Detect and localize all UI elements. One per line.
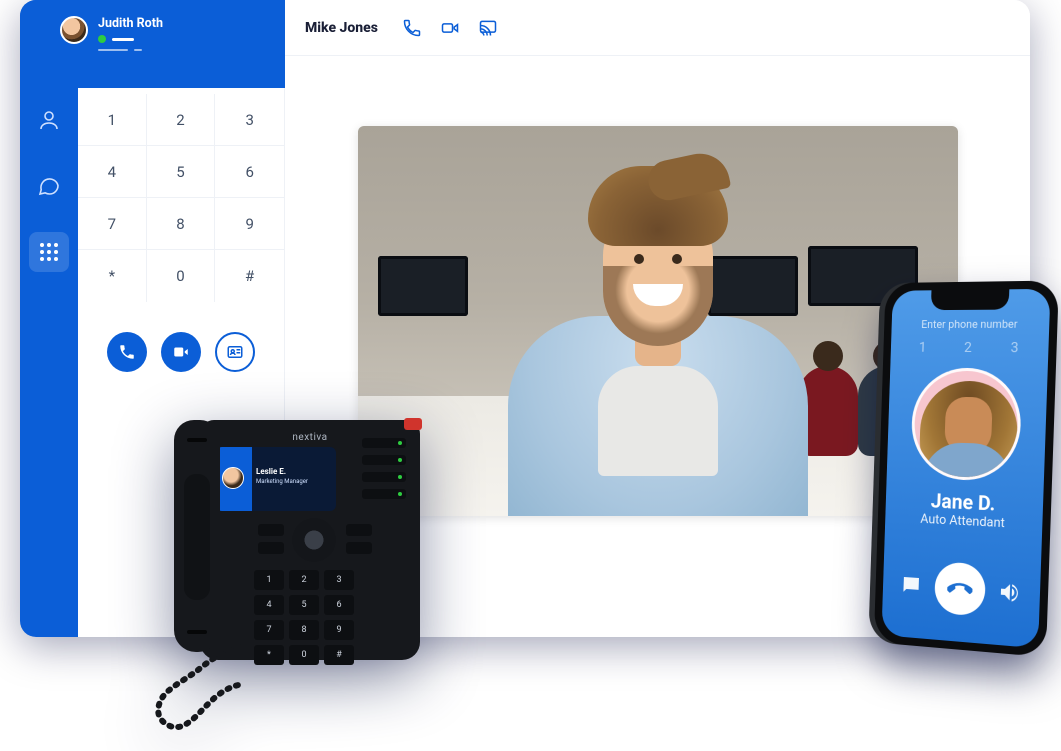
desk-phone-caller-role: Marketing Manager [256,478,308,485]
message-icon[interactable] [900,573,923,598]
call-icon[interactable] [402,18,422,38]
desk-phone-screen: Leslie E. Marketing Manager [216,447,336,511]
pkey[interactable]: 9 [324,620,354,640]
caller-avatar [910,367,1023,482]
key-9[interactable]: 9 [215,198,284,250]
desk-phone-caller-name: Leslie E. [256,467,286,476]
phone-number-input[interactable]: Enter phone number [892,317,1050,331]
call-actions [882,557,1041,622]
pkey[interactable]: 8 [289,620,319,640]
status-indicator[interactable] [98,35,163,43]
pkey[interactable]: 2 [289,570,319,590]
fn-button[interactable] [346,542,372,554]
video-icon[interactable] [440,18,460,38]
desk-phone-avatar [222,467,244,489]
status-substatus [98,49,163,51]
status-line [112,38,134,41]
pkey[interactable]: 7 [254,620,284,640]
digit[interactable]: 1 [919,340,927,356]
avatar[interactable] [60,16,88,44]
notch [931,289,1010,310]
pkey[interactable]: 6 [324,595,354,615]
key-hash[interactable]: # [215,250,284,302]
fn-button[interactable] [346,524,372,536]
key-2[interactable]: 2 [147,94,216,146]
pkey[interactable]: 0 [289,645,319,665]
desk-phone-keypad: 1 2 3 4 5 6 7 8 9 * 0 # [254,570,354,665]
pkey[interactable]: # [324,645,354,665]
user-header: Judith Roth [20,0,285,88]
speaker-icon[interactable] [998,579,1023,605]
cast-icon[interactable] [478,18,498,38]
key-star[interactable]: * [78,250,147,302]
smartphone: Enter phone number 1 2 3 Jane D. Auto At… [874,280,1059,657]
soft-keys[interactable] [362,438,406,499]
sidebar-rail [20,0,78,637]
digit[interactable]: 3 [1010,340,1018,356]
audio-call-button[interactable] [107,332,147,372]
pkey[interactable]: 4 [254,595,284,615]
key-4[interactable]: 4 [78,146,147,198]
pkey[interactable]: 5 [289,595,319,615]
desk-phone-base: nextiva Leslie E. Marketing Manager 1 2 … [200,420,420,660]
video-frame[interactable] [358,126,958,516]
video-call-button[interactable] [161,332,201,372]
phone-cord [148,644,268,734]
key-3[interactable]: 3 [215,94,284,146]
contact-name: Mike Jones [305,20,378,36]
key-1[interactable]: 1 [78,94,147,146]
video-participant [498,176,818,516]
fn-button[interactable] [258,524,284,536]
nav-pad[interactable] [292,518,336,562]
key-5[interactable]: 5 [147,146,216,198]
dialpad: 1 2 3 4 5 6 7 8 9 * 0 # [78,94,284,302]
key-6[interactable]: 6 [215,146,284,198]
dial-actions [78,332,284,372]
desk-phone: nextiva Leslie E. Marketing Manager 1 2 … [130,420,440,740]
contact-card-button[interactable] [215,332,255,372]
key-8[interactable]: 8 [147,198,216,250]
pkey[interactable]: 3 [324,570,354,590]
handset[interactable] [174,420,220,652]
pkey[interactable]: 1 [254,570,284,590]
message-lamp [404,418,422,430]
key-0[interactable]: 0 [147,250,216,302]
presence-dot [98,35,106,43]
smartphone-screen[interactable]: Enter phone number 1 2 3 Jane D. Auto At… [881,289,1050,649]
key-7[interactable]: 7 [78,198,147,250]
hangup-button[interactable] [934,561,986,616]
user-name: Judith Roth [98,16,163,31]
dial-row: 1 2 3 [891,340,1049,357]
conversation-topbar: Mike Jones [285,0,1030,56]
contacts-icon[interactable] [29,100,69,140]
chat-icon[interactable] [29,166,69,206]
dialpad-icon[interactable] [29,232,69,272]
digit[interactable]: 2 [964,340,972,356]
fn-button[interactable] [258,542,284,554]
